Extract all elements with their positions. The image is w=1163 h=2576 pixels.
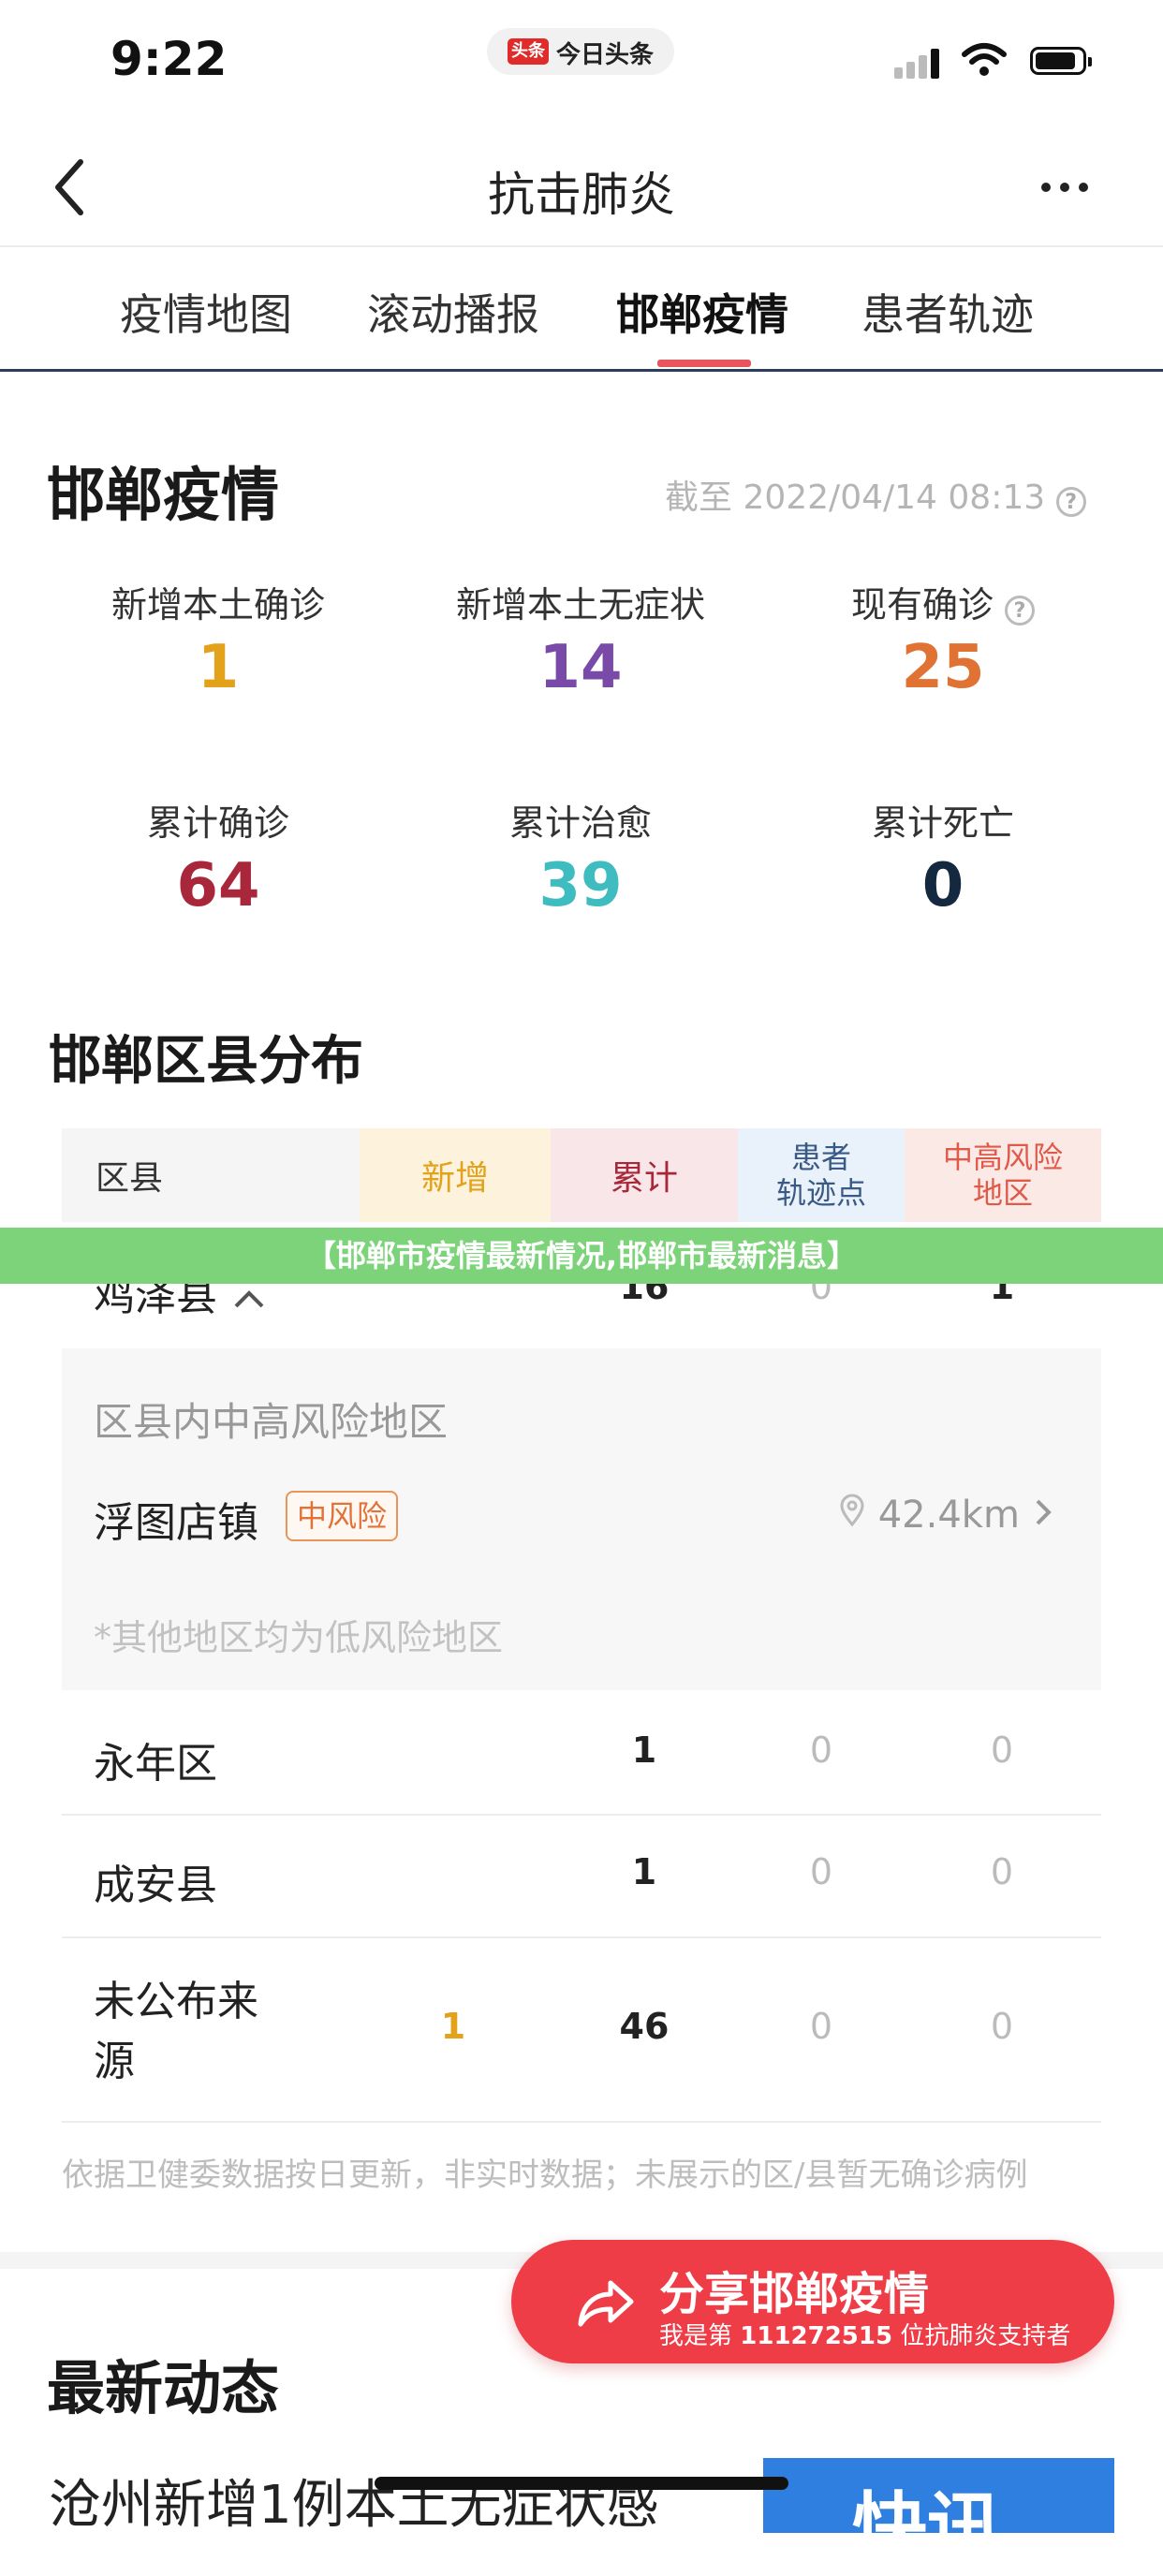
county-name: 未公布来源 (94, 1978, 258, 2085)
risk-level-badge: 中风险 (286, 1491, 399, 1541)
stat-value: 1 (197, 633, 240, 702)
app-name: 今日头条 (556, 41, 655, 69)
cell-risk: 0 (990, 2006, 1014, 2047)
row-divider (62, 2121, 1101, 2123)
headline-banner: 【邯郸市疫情最新情况,邯郸市最新消息】 (0, 1228, 1163, 1284)
header-new[interactable]: 新增 (360, 1128, 551, 1222)
header-trace[interactable]: 患者 轨迹点 (738, 1128, 905, 1222)
cell-trace: 0 (809, 1851, 833, 1892)
status-time: 9:22 (110, 32, 228, 86)
stat-label: 累计治愈 (508, 802, 652, 844)
stat-value: 14 (538, 633, 623, 702)
cell-total: 1 (631, 1851, 657, 1892)
cell-risk: 0 (990, 1730, 1014, 1771)
home-indicator (375, 2477, 788, 2490)
cell-trace: 0 (809, 1730, 833, 1771)
thumb-text: 快讯 (852, 2484, 1002, 2571)
tab-patient-trace[interactable]: 患者轨迹 (861, 281, 1034, 343)
stat-label: 累计确诊 (146, 802, 289, 844)
stat-label: 累计死亡 (871, 802, 1014, 844)
app-pill: 头条 今日头条 (487, 28, 674, 75)
section-title: 邯郸疫情 (47, 461, 280, 529)
stat-new-asymptomatic: 新增本土无症状 14 (398, 576, 763, 702)
active-tab-indicator (657, 360, 751, 367)
data-source-note: 依据卫健委数据按日更新，非实时数据；未展示的区/县暂无确诊病例 (62, 2156, 1028, 2194)
header-risk[interactable]: 中高风险 地区 (905, 1128, 1101, 1222)
risk-note: *其他地区均为低风险地区 (94, 1617, 504, 1658)
share-subtitle: 我是第 111272515 位抗肺炎支持者 (659, 2322, 1071, 2350)
share-arrow-icon (578, 2280, 634, 2327)
tabs-divider (0, 369, 1163, 372)
stat-value: 25 (901, 633, 985, 702)
tab-handan-epidemic[interactable]: 邯郸疫情 (616, 281, 788, 343)
battery-icon (1030, 47, 1092, 75)
tab-epidemic-map[interactable]: 疫情地图 (120, 281, 292, 343)
tab-rolling-news[interactable]: 滚动播报 (367, 281, 539, 343)
stat-new-confirmed: 新增本土确诊 1 (36, 576, 401, 702)
cell-risk: 0 (990, 1851, 1014, 1892)
nav-divider (0, 245, 1163, 247)
county-name: 永年区 (94, 1740, 217, 1788)
risk-distance[interactable]: 42.4km (838, 1494, 1054, 1537)
county-name: 成安县 (94, 1862, 217, 1909)
location-pin-icon (840, 1494, 864, 1527)
stat-total-confirmed: 累计确诊 64 (36, 794, 401, 920)
stat-label: 新增本土确诊 (110, 584, 325, 626)
stat-value: 39 (538, 851, 623, 920)
wifi-icon (962, 43, 1007, 76)
cellular-signal-icon (894, 47, 941, 79)
distance-text: 42.4km (877, 1494, 1020, 1537)
page-title: 抗击肺炎 (488, 168, 675, 222)
news-title: 最新动态 (47, 2354, 280, 2422)
help-icon[interactable]: ? (1055, 487, 1086, 517)
chevron-right-icon (1036, 1499, 1052, 1525)
table-row[interactable]: 永年区 1 0 0 (62, 1718, 1101, 1812)
table-row[interactable]: 未公布来源 1 46 0 0 (62, 1966, 1101, 2098)
risk-town[interactable]: 浮图店镇 (94, 1489, 258, 1549)
district-title: 邯郸区县分布 (49, 1031, 363, 1092)
share-title: 分享邯郸疫情 (659, 2268, 930, 2320)
row-divider (62, 1814, 1101, 1816)
stat-label: 现有确诊 ? (760, 576, 1126, 627)
share-button[interactable]: 分享邯郸疫情 我是第 111272515 位抗肺炎支持者 (511, 2240, 1114, 2363)
news-thumbnail[interactable]: 快讯 (763, 2458, 1114, 2571)
row-divider (62, 1936, 1101, 1938)
updated-at: 截至 2022/04/14 08:13 ? (665, 470, 1086, 519)
news-item-title[interactable]: 沧州新增1例本土无症状感 (49, 2463, 659, 2539)
cell-total: 1 (631, 1730, 657, 1771)
cell-total: 46 (619, 2006, 670, 2047)
stat-value: 0 (921, 851, 964, 920)
stat-current-confirmed: 现有确诊 ? 25 (760, 576, 1126, 702)
risk-panel-title: 区县内中高风险地区 (94, 1399, 449, 1445)
toutiao-logo: 头条 (508, 38, 549, 65)
header-total[interactable]: 累计 (551, 1128, 738, 1222)
stat-value: 64 (176, 851, 260, 920)
table-row[interactable]: 成安县 1 0 0 (62, 1840, 1101, 1934)
stat-total-cured: 累计治愈 39 (398, 794, 763, 920)
stat-label: 新增本土无症状 (455, 584, 705, 626)
updated-at-text: 截至 2022/04/14 08:13 (665, 478, 1046, 517)
more-icon[interactable] (1041, 178, 1097, 196)
cell-trace: 0 (809, 2006, 833, 2047)
stat-total-deaths: 累计死亡 0 (760, 794, 1126, 920)
collapse-chevron-icon[interactable] (230, 1288, 268, 1310)
help-icon[interactable]: ? (1005, 596, 1036, 626)
cell-new: 1 (440, 2006, 466, 2047)
header-county: 区县 (62, 1128, 360, 1222)
